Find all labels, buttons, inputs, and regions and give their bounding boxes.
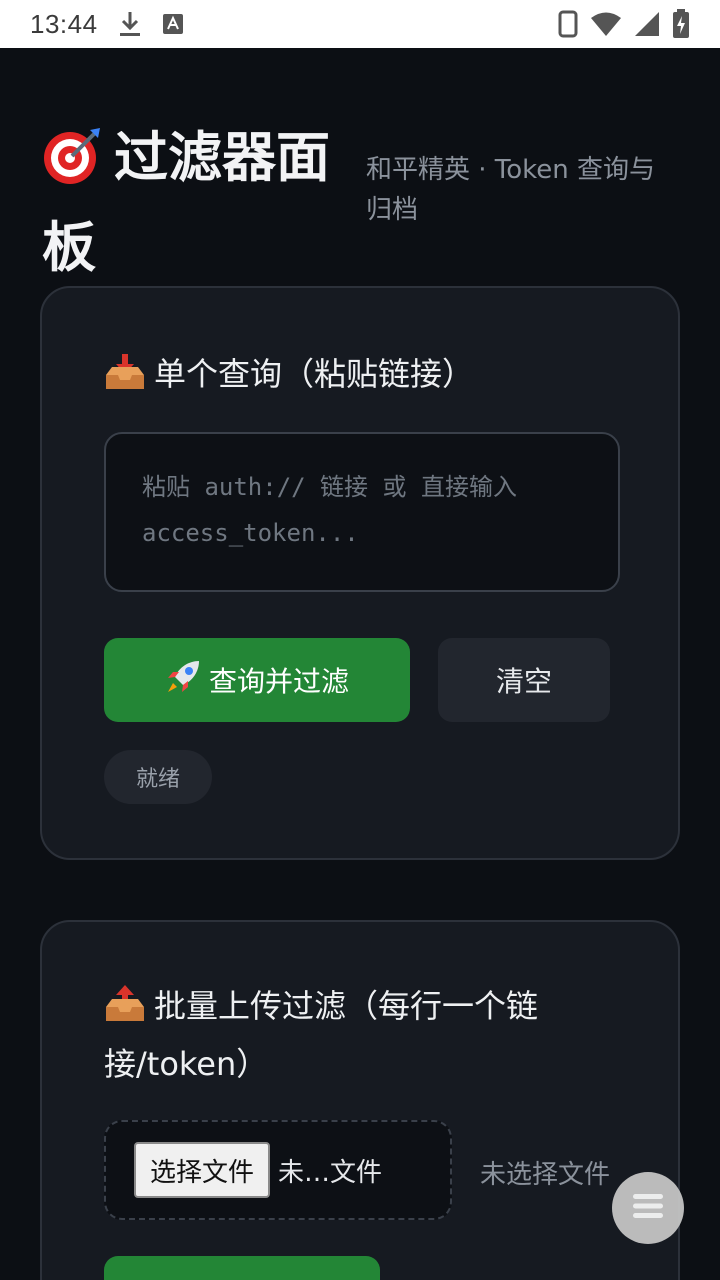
inbox-tray-icon — [104, 353, 146, 406]
target-icon — [42, 124, 104, 208]
battery-charging-icon — [672, 9, 690, 39]
batch-upload-title: 批量上传过滤（每行一个链接/token） — [104, 985, 539, 1083]
page-header: 过滤器面板 和平精英 · Token 查询与归档 — [42, 118, 682, 279]
choose-file-button[interactable]: 选择文件 — [134, 1142, 271, 1198]
page-subtitle: 和平精英 · Token 查询与归档 — [366, 155, 656, 225]
file-drop-zone[interactable]: 选择文件 未…文件 — [104, 1120, 452, 1220]
outbox-tray-icon — [104, 985, 146, 1038]
keyboard-a-icon — [162, 13, 184, 35]
single-query-card: 单个查询（粘贴链接） 查询并过滤 清空 就绪 — [40, 286, 680, 860]
signal-icon — [634, 11, 660, 37]
menu-icon — [631, 1192, 665, 1224]
file-status-text: 未选择文件 — [480, 1160, 611, 1190]
query-filter-button[interactable]: 查询并过滤 — [104, 638, 410, 722]
query-filter-label: 查询并过滤 — [208, 665, 349, 698]
page-title: 过滤器面板 — [42, 124, 330, 279]
status-time: 13:44 — [30, 8, 98, 39]
status-badge: 就绪 — [104, 750, 212, 804]
wifi-icon — [590, 11, 622, 37]
batch-upload-card: 批量上传过滤（每行一个链接/token） 选择文件 未…文件 未选择文件 — [40, 920, 680, 1280]
phone-icon — [558, 10, 578, 38]
file-inline-text: 未…文件 — [278, 1157, 383, 1188]
status-bar: 13:44 — [0, 0, 720, 48]
download-icon — [118, 10, 142, 38]
token-input[interactable] — [104, 432, 620, 592]
floating-menu-button[interactable] — [612, 1172, 684, 1244]
rocket-icon — [165, 659, 201, 702]
clear-button[interactable]: 清空 — [438, 638, 610, 722]
single-query-title: 单个查询（粘贴链接） — [104, 348, 624, 406]
batch-upload-button[interactable] — [104, 1256, 380, 1280]
